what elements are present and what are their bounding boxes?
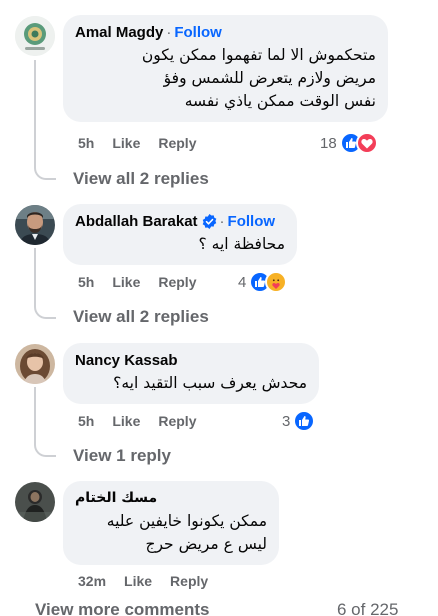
like-button[interactable]: Like [112,413,140,429]
comment-timestamp[interactable]: 32m [78,573,106,589]
thread-branch [34,164,56,180]
view-replies-link[interactable]: View 1 reply [73,446,171,466]
comment-actions: 5h Like Reply [78,135,196,151]
like-reaction-icon [293,410,316,432]
avatar-image [15,205,55,245]
avatar[interactable] [15,16,55,56]
reply-button[interactable]: Reply [158,135,196,151]
view-replies-link[interactable]: View all 2 replies [73,169,209,189]
reply-button[interactable]: Reply [158,413,196,429]
reaction-count: 4 [238,273,247,291]
comment-bubble: Abdallah Barakat · Follow محافظة ايه ؟ [63,204,297,265]
comment-author[interactable]: Abdallah Barakat [75,212,198,231]
avatar-image [15,16,55,56]
comment-bubble: Nancy Kassab محدش يعرف سبب التقيد ايه؟ [63,343,319,404]
avatar-image [15,344,55,384]
comment-text: ممكن يكونوا خايفين عليه ليس ع مريض حرج [106,512,267,553]
thread-line [34,60,36,165]
avatar[interactable] [15,205,55,245]
thread-branch [34,441,56,457]
reaction-summary[interactable]: 18 [320,132,378,154]
reply-button[interactable]: Reply [170,573,208,589]
separator-dot: · [219,213,225,230]
comment-bubble: مسك الختام ممكن يكونوا خايفين عليه ليس ع… [63,481,279,565]
comment-timestamp[interactable]: 5h [78,135,94,151]
reaction-count: 18 [320,134,337,152]
follow-button[interactable]: Follow [228,212,276,231]
comment-pagination: 6 of 225 [337,600,399,616]
avatar[interactable] [15,344,55,384]
comment-author[interactable]: Nancy Kassab [75,351,178,370]
separator-dot: · [166,24,172,41]
comment-actions: 32m Like Reply [78,573,208,589]
comment-actions: 5h Like Reply [78,413,196,429]
follow-button[interactable]: Follow [174,23,222,42]
like-button[interactable]: Like [112,274,140,290]
reply-button[interactable]: Reply [158,274,196,290]
avatar-image [15,482,55,522]
avatar[interactable] [15,482,55,522]
comment-timestamp[interactable]: 5h [78,274,94,290]
comment-actions: 5h Like Reply [78,274,196,290]
comment-text: محافظة ايه ؟ [198,235,285,253]
reaction-count: 3 [282,412,291,430]
comment-bubble: Amal Magdy · Follow متحكموش الا لما تفهم… [63,15,388,122]
comment-timestamp[interactable]: 5h [78,413,94,429]
comment-author[interactable]: مسك الختام [75,489,157,508]
care-reaction-icon [265,271,288,293]
like-button[interactable]: Like [112,135,140,151]
comment-text: محدش يعرف سبب التقيد ايه؟ [113,374,307,392]
thread-line [34,387,36,442]
comment-text: متحكموش الا لما تفهموا ممكن يكون مريض ول… [141,46,376,110]
love-reaction-icon [355,132,378,154]
reaction-summary[interactable]: 3 [282,410,316,432]
thread-branch [34,303,56,319]
view-more-comments-link[interactable]: View more comments [35,600,209,616]
verified-badge-icon [202,214,216,229]
comment-author[interactable]: Amal Magdy [75,23,163,42]
view-replies-link[interactable]: View all 2 replies [73,307,209,327]
reaction-summary[interactable]: 4 [238,271,288,293]
like-button[interactable]: Like [124,573,152,589]
thread-line [34,248,36,304]
